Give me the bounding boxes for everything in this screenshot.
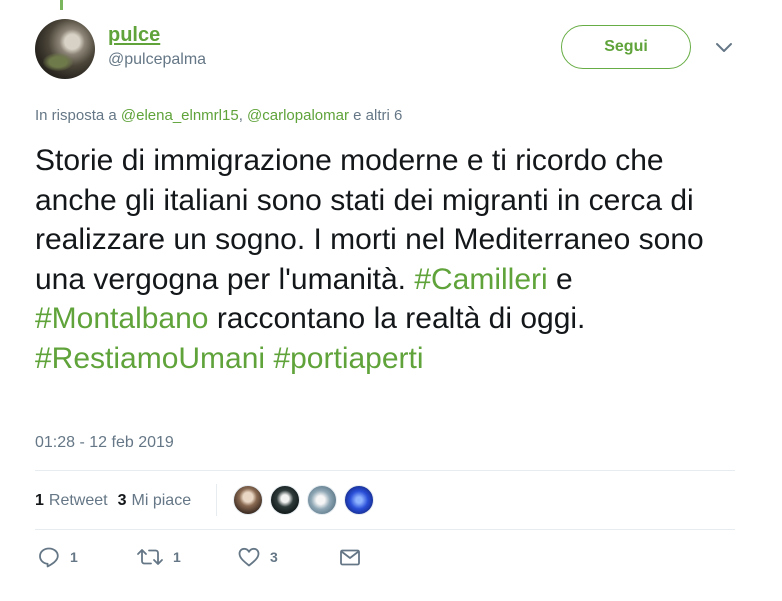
chevron-down-icon[interactable] — [715, 41, 733, 55]
reply-others[interactable]: e altri 6 — [353, 107, 402, 124]
tweet-text-part-1: Storie di immigrazione moderne e ti rico… — [35, 144, 704, 296]
retweet-icon — [137, 549, 163, 565]
tweet-text: Storie di immigrazione moderne e ti rico… — [35, 141, 747, 378]
mention-link-elena[interactable]: @elena_elnmrl15 — [121, 107, 239, 124]
divider-top — [35, 470, 735, 471]
divider-bottom — [35, 529, 735, 530]
reply-icon — [39, 547, 59, 568]
user-handle: @pulcepalma — [108, 51, 207, 68]
tweet-stats: 1 Retweet 3 Mi piace — [35, 489, 201, 513]
thread-line — [60, 0, 63, 10]
liker-avatar[interactable] — [307, 485, 337, 515]
likes-label: Mi piace — [131, 492, 192, 509]
retweets-count: 1 — [35, 492, 44, 509]
liker-avatar[interactable] — [344, 485, 374, 515]
message-icon — [340, 549, 360, 566]
like-button[interactable]: 3 — [237, 546, 278, 568]
likes-count: 3 — [117, 492, 127, 509]
hashtag-camilleri[interactable]: #Camilleri — [414, 263, 547, 296]
reply-count: 1 — [70, 549, 78, 565]
reply-context: In risposta a @elena_elnmrl15, @carlopal… — [35, 106, 402, 126]
hashtag-portiaperti[interactable]: #portiaperti — [273, 342, 423, 375]
like-count: 3 — [270, 549, 278, 565]
heart-icon — [238, 547, 260, 567]
tweet-header: pulce @pulcepalma Segui — [35, 19, 747, 81]
reply-separator: , — [238, 107, 243, 124]
liker-avatar[interactable] — [233, 485, 263, 515]
user-info[interactable]: pulce @pulcepalma — [108, 23, 206, 70]
tweet-text-part-2: e — [556, 262, 573, 296]
hashtag-montalbano[interactable]: #Montalbano — [35, 302, 208, 335]
likes-stat[interactable]: 3 Mi piace — [118, 492, 191, 510]
hashtag-restiamoumani[interactable]: #RestiamoUmani — [35, 342, 265, 375]
tweet-timestamp[interactable]: 01:28 - 12 feb 2019 — [35, 433, 174, 453]
mention-link-carlo[interactable]: @carlopalomar — [247, 107, 349, 124]
likers-avatars — [233, 485, 381, 515]
tweet-text-part-3: raccontano la realtà di oggi. — [216, 302, 586, 335]
stats-separator — [216, 484, 217, 516]
follow-button[interactable]: Segui — [561, 25, 691, 69]
retweets-stat[interactable]: 1 Retweet — [35, 492, 108, 510]
reply-button[interactable]: 1 — [37, 546, 78, 568]
user-name[interactable]: pulce — [108, 23, 206, 47]
direct-message-button[interactable] — [338, 546, 362, 568]
retweet-button[interactable]: 1 — [136, 546, 181, 568]
retweets-label: Retweet — [48, 492, 108, 509]
liker-avatar[interactable] — [270, 485, 300, 515]
retweet-count: 1 — [173, 549, 181, 565]
reply-prefix: In risposta a — [35, 107, 117, 124]
avatar[interactable] — [35, 19, 95, 79]
